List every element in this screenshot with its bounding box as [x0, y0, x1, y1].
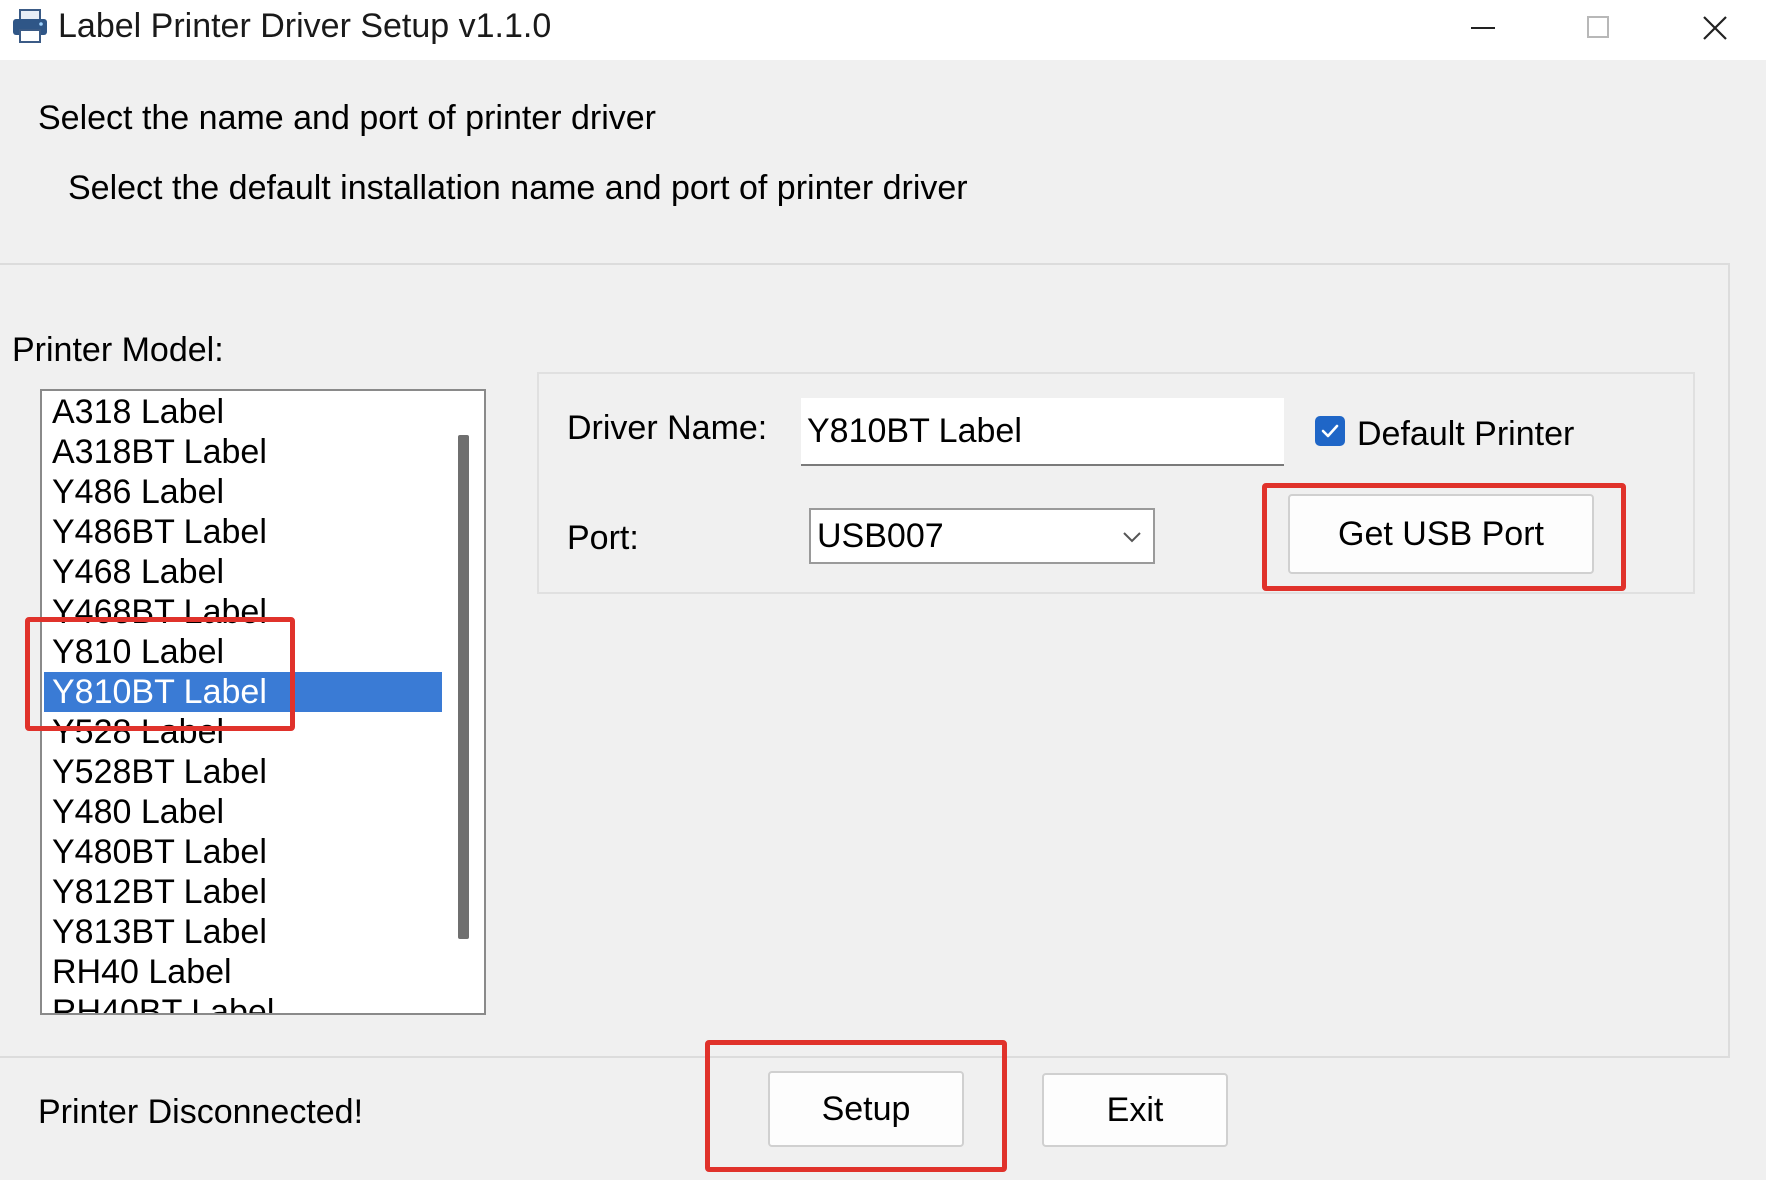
highlight-box — [25, 617, 295, 731]
driver-name-label: Driver Name: — [567, 409, 768, 447]
port-select-value: USB007 — [817, 517, 944, 555]
list-item[interactable]: Y813BT Label — [44, 912, 442, 952]
window-title: Label Printer Driver Setup v1.1.0 — [58, 7, 552, 45]
list-item[interactable]: RH40 Label — [44, 952, 442, 992]
highlight-box — [1262, 483, 1626, 591]
list-item[interactable]: RH40BT Label — [44, 992, 442, 1013]
port-label: Port: — [567, 519, 639, 557]
exit-button[interactable]: Exit — [1042, 1073, 1228, 1147]
list-item[interactable]: Y480BT Label — [44, 832, 442, 872]
maximize-icon — [1587, 16, 1609, 38]
port-select[interactable]: USB007 — [809, 508, 1155, 564]
list-item[interactable]: A318 Label — [44, 392, 442, 432]
status-text: Printer Disconnected! — [38, 1093, 364, 1131]
printer-icon — [10, 6, 50, 46]
close-button[interactable] — [1660, 0, 1766, 56]
list-item[interactable]: Y480 Label — [44, 792, 442, 832]
minimize-icon — [1471, 27, 1495, 29]
checkmark-icon — [1321, 424, 1339, 438]
chevron-down-icon — [1123, 532, 1141, 543]
printer-model-label: Printer Model: — [12, 331, 224, 369]
maximize-button[interactable] — [1543, 0, 1653, 56]
page-title: Select the name and port of printer driv… — [38, 99, 656, 137]
close-icon — [1703, 16, 1727, 40]
page-subtitle: Select the default installation name and… — [68, 169, 968, 207]
minimize-button[interactable] — [1428, 0, 1538, 56]
list-item[interactable]: Y468 Label — [44, 552, 442, 592]
default-printer-checkbox[interactable] — [1315, 416, 1345, 446]
list-item[interactable]: Y486 Label — [44, 472, 442, 512]
default-printer-label[interactable]: Default Printer — [1357, 412, 1574, 456]
list-item[interactable]: Y486BT Label — [44, 512, 442, 552]
list-item[interactable]: A318BT Label — [44, 432, 442, 472]
highlight-box — [705, 1040, 1007, 1172]
scrollbar-thumb[interactable] — [458, 435, 469, 939]
list-item[interactable]: Y528BT Label — [44, 752, 442, 792]
list-scrollbar[interactable] — [444, 391, 484, 1013]
driver-name-input[interactable] — [801, 398, 1284, 466]
list-item[interactable]: Y812BT Label — [44, 872, 442, 912]
